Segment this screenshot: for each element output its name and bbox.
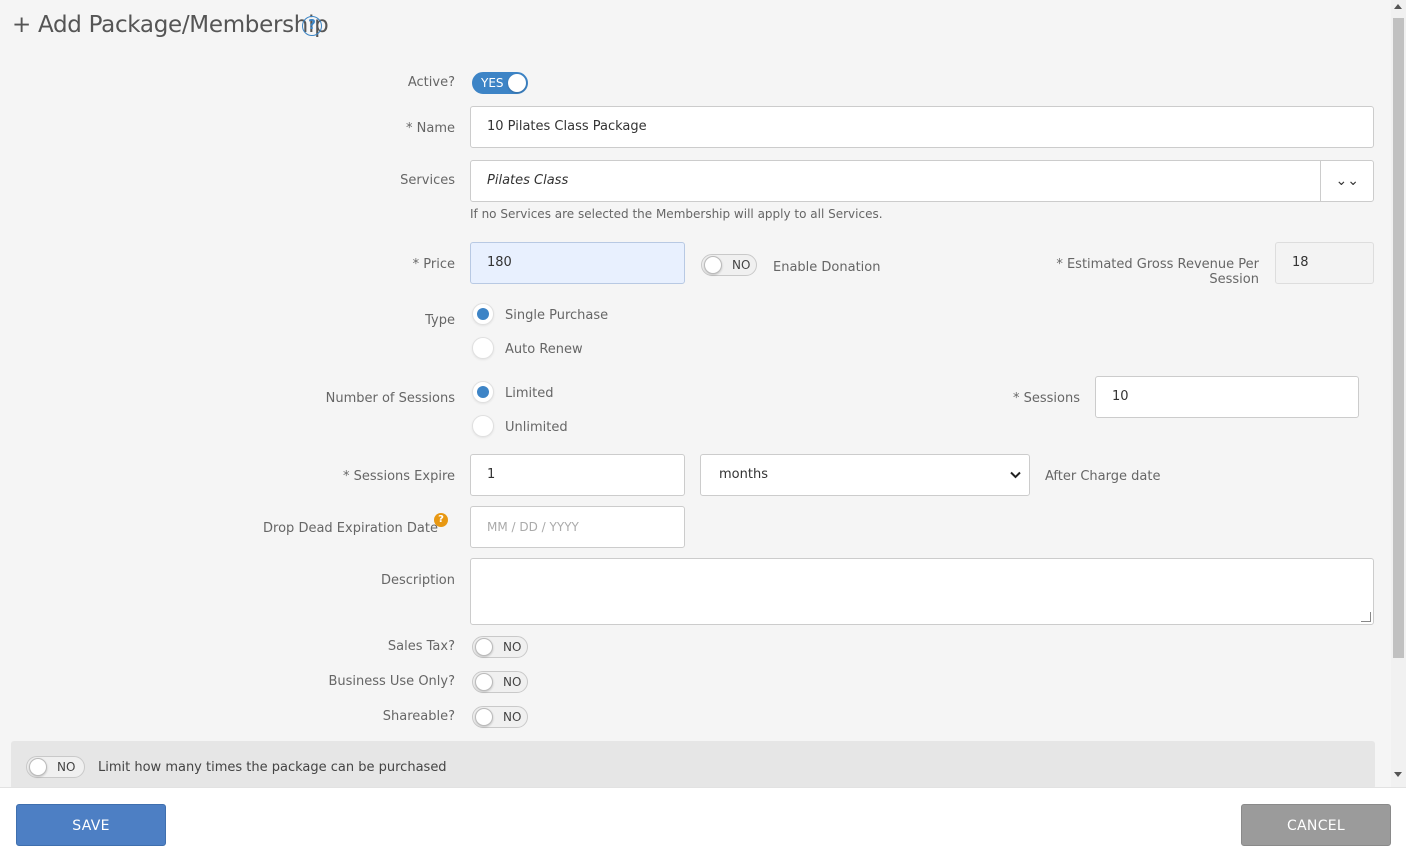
radio-limited[interactable]: [472, 381, 494, 403]
limit-label: Limit how many times the package can be …: [98, 760, 447, 775]
description-label: Description: [380, 573, 455, 588]
shareable-toggle-text: NO: [503, 710, 522, 724]
scroll-up-arrow-icon[interactable]: [1394, 4, 1402, 9]
donation-label: Enable Donation: [773, 260, 881, 275]
toggle-knob: [704, 256, 722, 274]
donation-toggle[interactable]: NO: [701, 254, 757, 276]
double-chevron-down-icon[interactable]: ⌄⌄: [1336, 161, 1359, 201]
gross-revenue-label-line2: Session: [1209, 272, 1259, 287]
scroll-down-arrow-icon[interactable]: [1394, 772, 1402, 777]
scrollbar-thumb[interactable]: [1393, 18, 1404, 658]
page: + Add Package/Membership ? Active? YES *…: [0, 0, 1406, 857]
sessions-expire-label: * Sessions Expire: [343, 469, 455, 484]
services-hint: If no Services are selected the Membersh…: [470, 207, 883, 221]
name-input[interactable]: 10 Pilates Class Package: [470, 106, 1374, 148]
toggle-knob: [475, 638, 493, 656]
services-label: Services: [400, 173, 455, 188]
description-textarea[interactable]: [470, 558, 1374, 625]
dropdown-divider: [1320, 161, 1321, 201]
business-use-toggle-text: NO: [503, 675, 522, 689]
footer-bar: SAVE CANCEL: [0, 787, 1406, 857]
sales-tax-toggle[interactable]: NO: [472, 636, 528, 658]
help-circle-icon[interactable]: ?: [302, 16, 322, 36]
page-title: + Add Package/Membership: [12, 12, 329, 38]
name-label: * Name: [406, 121, 455, 136]
radio-unlimited[interactable]: [472, 415, 494, 437]
radio-auto-renew-label: Auto Renew: [505, 342, 583, 357]
toggle-knob: [29, 758, 47, 776]
services-select[interactable]: Pilates Class ⌄⌄: [470, 160, 1374, 202]
save-button[interactable]: SAVE: [16, 804, 166, 846]
donation-toggle-text: NO: [732, 258, 751, 272]
radio-single-purchase[interactable]: [472, 303, 494, 325]
active-toggle[interactable]: YES: [472, 72, 528, 94]
toggle-knob: [508, 74, 526, 92]
sessions-label: * Sessions: [1012, 391, 1080, 406]
number-of-sessions-label: Number of Sessions: [325, 391, 455, 406]
limit-purchases-panel: NO Limit how many times the package can …: [11, 741, 1375, 789]
price-input[interactable]: 180: [470, 242, 685, 284]
limit-toggle[interactable]: NO: [26, 756, 85, 778]
shareable-label: Shareable?: [382, 709, 455, 724]
cancel-button[interactable]: CANCEL: [1241, 804, 1391, 846]
sales-tax-toggle-text: NO: [503, 640, 522, 654]
toggle-knob: [475, 673, 493, 691]
sessions-input[interactable]: 10: [1095, 376, 1359, 418]
chevron-down-icon: [1010, 471, 1021, 479]
radio-auto-renew[interactable]: [472, 337, 494, 359]
toggle-knob: [475, 708, 493, 726]
price-label: * Price: [412, 257, 455, 272]
type-label: Type: [425, 313, 455, 328]
after-charge-label: After Charge date: [1045, 469, 1161, 484]
drop-dead-label: Drop Dead Expiration Date: [263, 521, 438, 536]
vertical-scrollbar[interactable]: [1391, 0, 1406, 787]
gross-revenue-label: * Estimated Gross Revenue Per Session: [1056, 257, 1259, 287]
active-label: Active?: [407, 75, 455, 90]
gross-revenue-label-line1: * Estimated Gross Revenue Per: [1056, 257, 1259, 272]
sales-tax-label: Sales Tax?: [387, 639, 455, 654]
shareable-toggle[interactable]: NO: [472, 706, 528, 728]
business-use-label: Business Use Only?: [328, 674, 455, 689]
radio-limited-label: Limited: [505, 386, 554, 401]
radio-unlimited-label: Unlimited: [505, 420, 568, 435]
drop-dead-date-input[interactable]: MM / DD / YYYY: [470, 506, 685, 548]
gross-revenue-input: 18: [1275, 242, 1374, 284]
limit-toggle-text: NO: [57, 760, 76, 774]
active-toggle-text: YES: [481, 76, 504, 90]
radio-single-purchase-label: Single Purchase: [505, 308, 609, 323]
expire-unit-select[interactable]: months: [700, 454, 1030, 496]
business-use-toggle[interactable]: NO: [472, 671, 528, 693]
services-value: Pilates Class: [487, 173, 569, 188]
resize-handle-icon[interactable]: [1361, 612, 1371, 622]
expire-unit-value: months: [719, 467, 768, 482]
help-question-icon[interactable]: ?: [434, 513, 448, 527]
sessions-expire-input[interactable]: 1: [470, 454, 685, 496]
